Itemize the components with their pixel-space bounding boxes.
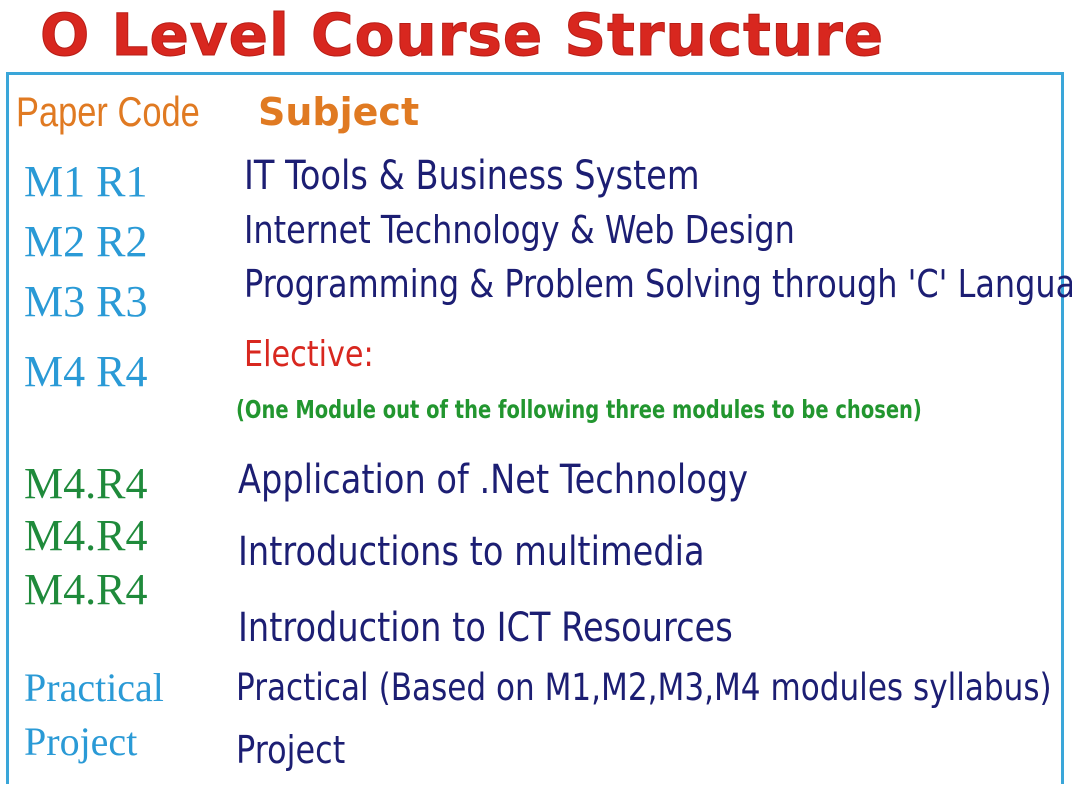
elective-subject-1: Application of .Net Technology [238,457,749,503]
module-code-m2: M2 R2 [24,217,148,266]
module-subject-m2: Internet Technology & Web Design [244,208,795,252]
elective-subject-2: Introductions to multimedia [238,529,705,575]
paper-code-header: Paper Code [16,88,200,135]
project-subject: Project [236,728,346,772]
module-code-m4: M4 R4 [24,347,148,396]
elective-label: Elective: [244,334,374,375]
practical-subject: Practical (Based on M1,M2,M3,M4 modules … [236,666,1052,709]
project-code: Project [24,719,138,764]
practical-code: Practical [24,665,164,710]
module-code-m1: M1 R1 [24,157,148,206]
elective-subject-3: Introduction to ICT Resources [238,605,733,651]
module-subject-m3: Programming & Problem Solving through 'C… [244,262,1072,306]
page-title: O Level Course Structure [40,1,885,70]
module-subject-m1: IT Tools & Business System [244,153,700,199]
subject-header: Subject [258,90,420,134]
elective-code-3: M4.R4 [24,565,148,614]
elective-code-2: M4.R4 [24,511,148,560]
elective-note: (One Module out of the following three m… [236,395,922,424]
elective-code-1: M4.R4 [24,459,148,508]
module-code-m3: M3 R3 [24,277,148,326]
